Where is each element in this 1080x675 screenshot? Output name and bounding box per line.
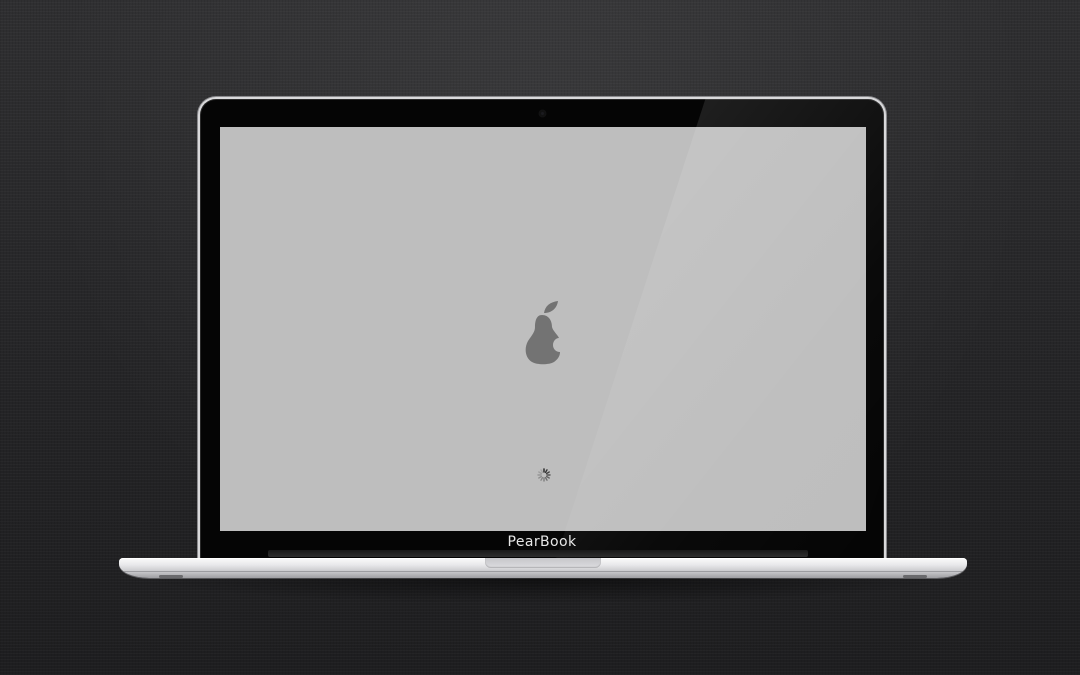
camera-icon — [539, 110, 546, 117]
base-edge-line — [123, 571, 963, 572]
loading-spinner-icon — [537, 468, 551, 482]
pear-logo-icon — [525, 301, 560, 365]
boot-screen — [220, 127, 866, 531]
laptop-shadow — [140, 578, 950, 604]
lid-opening-notch — [485, 558, 601, 568]
laptop-hinge — [268, 550, 808, 557]
laptop-base — [119, 558, 967, 578]
laptop-lid: PearBook — [198, 97, 886, 561]
